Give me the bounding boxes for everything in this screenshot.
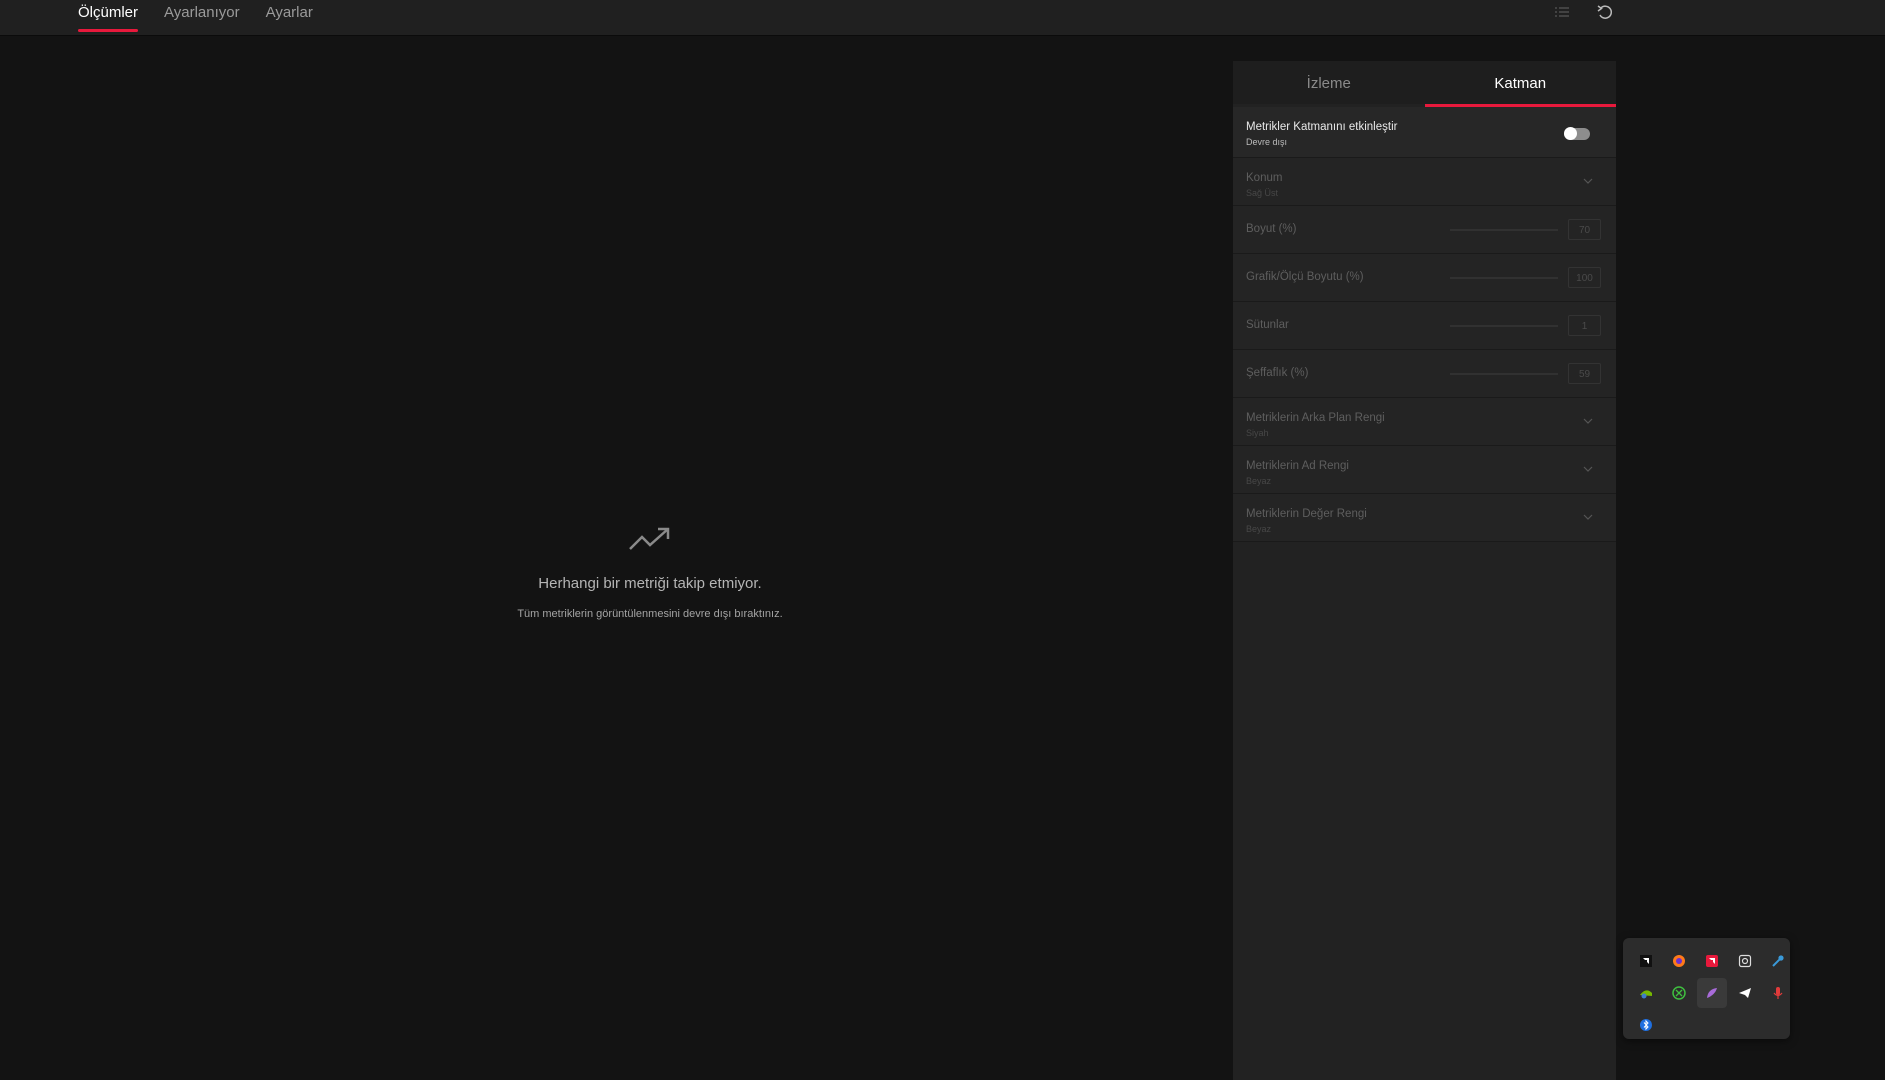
- tab-ayarlaniyor[interactable]: Ayarlanıyor: [164, 0, 240, 35]
- steam-icon[interactable]: [1763, 946, 1793, 976]
- enable-overlay-status: Devre dışı: [1246, 137, 1288, 147]
- transparency-value[interactable]: 59: [1568, 363, 1601, 384]
- feather-icon[interactable]: [1697, 978, 1727, 1008]
- microphone-icon[interactable]: [1763, 978, 1793, 1008]
- empty-title: Herhangi bir metriği takip etmiyor.: [538, 575, 762, 592]
- graph-size-slider[interactable]: [1450, 277, 1558, 279]
- chevron-down-icon[interactable]: [1582, 462, 1594, 474]
- chevron-down-icon[interactable]: [1582, 414, 1594, 426]
- firefox-icon[interactable]: [1664, 946, 1694, 976]
- amd-icon[interactable]: [1631, 946, 1661, 976]
- bg-color-value: Siyah: [1246, 428, 1269, 438]
- tab-katman[interactable]: Katman: [1424, 61, 1617, 107]
- transparency-label: Şeffaflık (%): [1246, 367, 1309, 379]
- empty-state: Herhangi bir metriği takip etmiyor. Tüm …: [440, 525, 860, 620]
- bluetooth-icon[interactable]: [1631, 1010, 1661, 1040]
- value-color-label: Metriklerin Değer Rengi: [1246, 508, 1367, 520]
- columns-row: Sütunlar 1: [1233, 302, 1616, 350]
- size-slider[interactable]: [1450, 229, 1558, 231]
- tab-olcumler[interactable]: Ölçümler: [78, 0, 139, 35]
- main-nav: Ölçümler Ayarlanıyor Ayarlar: [78, 0, 313, 35]
- size-label: Boyut (%): [1246, 223, 1297, 235]
- transparency-slider[interactable]: [1450, 373, 1558, 375]
- columns-value[interactable]: 1: [1568, 315, 1601, 336]
- columns-label: Sütunlar: [1246, 319, 1289, 331]
- empty-subtitle: Tüm metriklerin görüntülenmesini devre d…: [517, 608, 783, 620]
- xbox-icon[interactable]: [1664, 978, 1694, 1008]
- list-icon[interactable]: [1553, 4, 1571, 22]
- nvidia-icon[interactable]: [1631, 978, 1661, 1008]
- graph-size-label: Grafik/Ölçü Boyutu (%): [1246, 271, 1364, 283]
- graph-size-row: Grafik/Ölçü Boyutu (%) 100: [1233, 254, 1616, 302]
- name-color-value: Beyaz: [1246, 476, 1272, 486]
- position-value: Sağ Üst: [1246, 188, 1279, 198]
- telegram-icon[interactable]: [1730, 978, 1760, 1008]
- trending-up-icon: [628, 525, 672, 553]
- enable-overlay-row: Metrikler Katmanını etkinleştir Devre dı…: [1233, 107, 1616, 158]
- transparency-row: Şeffaflık (%) 59: [1233, 350, 1616, 398]
- chevron-down-icon[interactable]: [1582, 510, 1594, 522]
- size-value[interactable]: 70: [1568, 219, 1601, 240]
- tab-ayarlar[interactable]: Ayarlar: [266, 0, 313, 35]
- enable-overlay-toggle[interactable]: [1564, 127, 1590, 140]
- amd-software-icon[interactable]: [1697, 946, 1727, 976]
- tab-izleme[interactable]: İzleme: [1233, 61, 1425, 104]
- top-bar: Ölçümler Ayarlanıyor Ayarlar: [0, 0, 1885, 36]
- chevron-down-icon[interactable]: [1582, 174, 1594, 186]
- panel-tabs: İzleme Katman: [1233, 61, 1617, 107]
- name-color-label: Metriklerin Ad Rengi: [1246, 460, 1349, 472]
- position-label: Konum: [1246, 172, 1283, 184]
- value-color-row[interactable]: Metriklerin Değer Rengi Beyaz: [1233, 494, 1616, 542]
- tray-overflow-popup: [1623, 938, 1790, 1039]
- columns-slider[interactable]: [1450, 325, 1558, 327]
- value-color-value: Beyaz: [1246, 524, 1272, 534]
- enable-overlay-label: Metrikler Katmanını etkinleştir: [1246, 121, 1398, 133]
- bg-color-label: Metriklerin Arka Plan Rengi: [1246, 412, 1385, 424]
- position-row[interactable]: Konum Sağ Üst: [1233, 158, 1616, 206]
- screenshot-icon[interactable]: [1730, 946, 1760, 976]
- graph-size-value[interactable]: 100: [1568, 267, 1601, 288]
- overlay-settings-panel: İzleme Katman Metrikler Katmanını etkinl…: [1233, 61, 1616, 1080]
- name-color-row[interactable]: Metriklerin Ad Rengi Beyaz: [1233, 446, 1616, 494]
- bg-color-row[interactable]: Metriklerin Arka Plan Rengi Siyah: [1233, 398, 1616, 446]
- reset-icon[interactable]: [1596, 4, 1614, 22]
- size-row: Boyut (%) 70: [1233, 206, 1616, 254]
